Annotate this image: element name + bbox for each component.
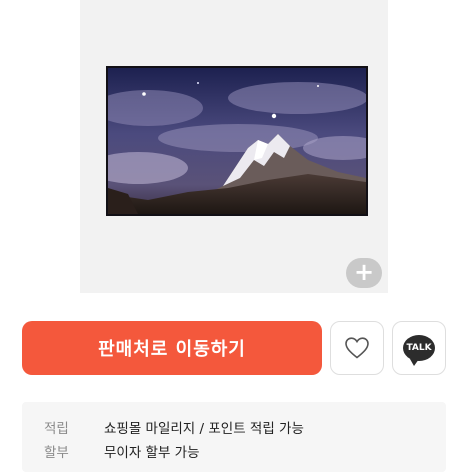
heart-outline-icon (345, 337, 369, 359)
info-value: 무이자 할부 가능 (104, 445, 200, 461)
kakao-talk-button[interactable]: TALK (392, 321, 446, 375)
talk-label: TALK (406, 343, 432, 353)
wishlist-button[interactable] (330, 321, 384, 375)
plus-icon: + (353, 258, 375, 286)
product-image-area: + (80, 0, 388, 293)
go-to-seller-button[interactable]: 판매처로 이동하기 (22, 321, 322, 375)
benefit-info-box: 적립 쇼핑몰 마일리지 / 포인트 적립 가능 할부 무이자 할부 가능 (22, 402, 446, 472)
zoom-button[interactable]: + (346, 258, 382, 288)
go-to-seller-label: 판매처로 이동하기 (98, 339, 246, 360)
info-key: 할부 (44, 445, 69, 461)
info-key: 적립 (44, 421, 69, 437)
product-image-tv (106, 66, 368, 216)
info-value: 쇼핑몰 마일리지 / 포인트 적립 가능 (104, 421, 304, 437)
mountain-landscape-image (108, 68, 366, 214)
kakao-talk-icon: TALK (403, 335, 435, 366)
